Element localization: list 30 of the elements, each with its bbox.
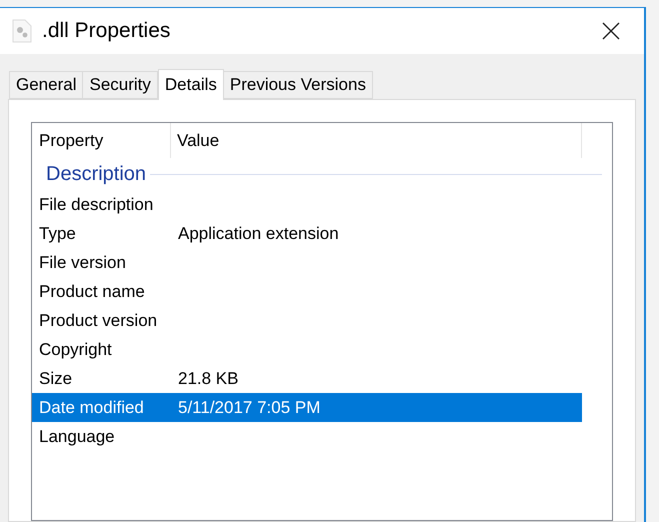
property-name: Size — [38, 368, 74, 390]
property-row[interactable]: Product version — [32, 306, 582, 335]
tab[interactable]: General — [9, 71, 84, 99]
property-name: Product version — [38, 310, 158, 332]
property-row[interactable]: Language — [32, 422, 582, 451]
property-value: 5/11/2017 7:05 PM — [177, 396, 320, 419]
property-name: File description — [38, 194, 154, 216]
property-row[interactable]: File description — [32, 190, 582, 219]
property-name: Date modified — [38, 396, 145, 419]
tab[interactable]: Security — [82, 71, 158, 99]
property-row[interactable]: Date modified 5/11/2017 7:05 PM — [32, 393, 582, 422]
column-header[interactable]: Value — [171, 123, 582, 158]
property-value: Application extension — [177, 222, 339, 245]
column-header[interactable]: Property — [32, 123, 171, 158]
property-name: Copyright — [38, 338, 113, 361]
property-row[interactable]: File version — [32, 248, 582, 277]
property-row[interactable]: Size 21.8 KB — [32, 364, 582, 393]
tab[interactable]: Previous Versions — [222, 71, 373, 99]
property-row[interactable]: Product name — [32, 277, 582, 306]
property-name: Type — [38, 222, 77, 245]
property-name: File version — [38, 252, 127, 274]
window-title: .dll Properties — [42, 18, 170, 44]
group-heading: Description — [46, 162, 146, 187]
tab[interactable]: Details — [158, 69, 224, 100]
close-icon[interactable] — [602, 22, 620, 40]
property-value: 21.8 KB — [177, 368, 238, 390]
property-row[interactable]: Type Application extension — [32, 219, 582, 248]
property-row[interactable]: Copyright — [32, 335, 582, 364]
property-name: Product name — [38, 280, 146, 303]
property-name: Language — [38, 426, 116, 448]
